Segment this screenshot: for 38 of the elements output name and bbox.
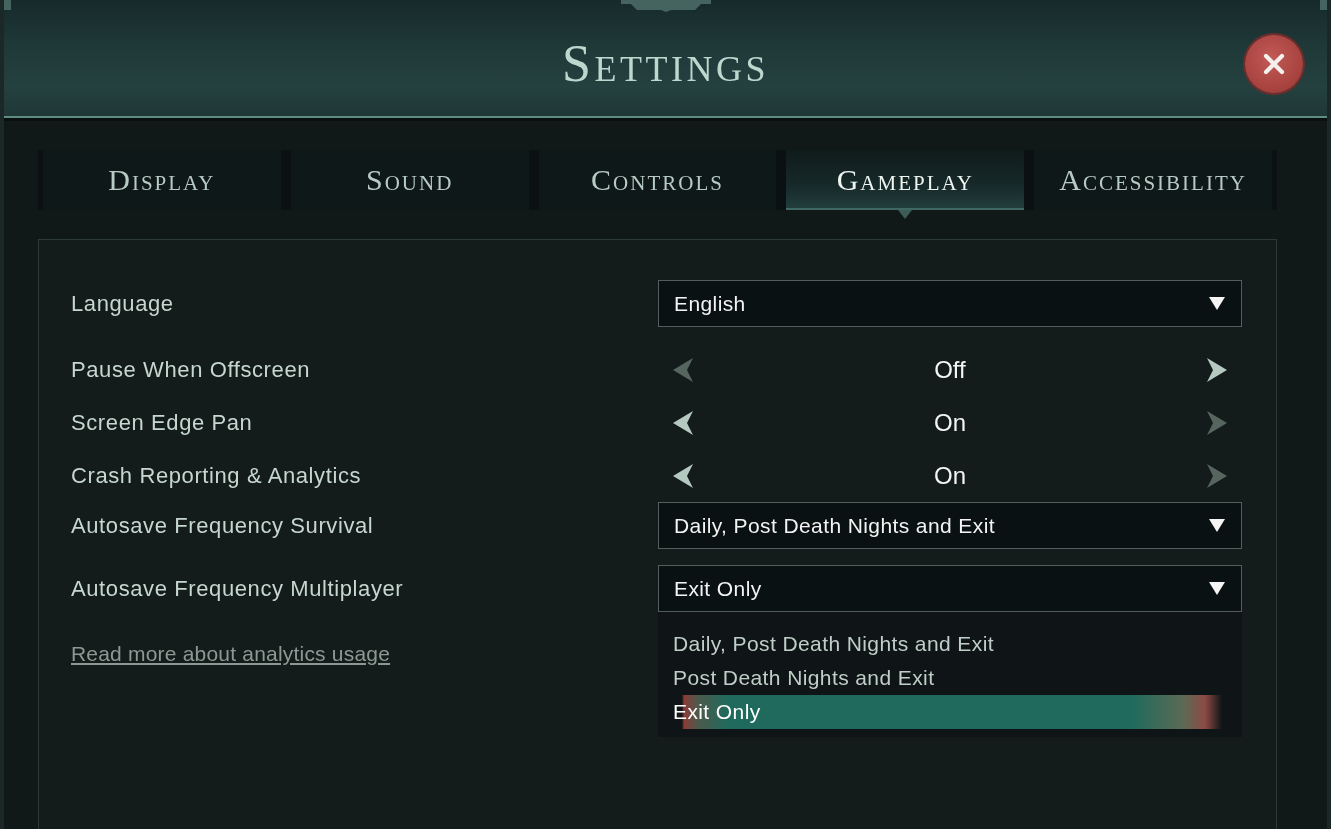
- setting-label: Screen Edge Pan: [71, 409, 254, 436]
- setting-value: On: [934, 408, 966, 437]
- ornament-icon: [621, 0, 711, 12]
- close-icon: [1263, 53, 1285, 75]
- corner-ornament-icon: [4, 0, 11, 10]
- dropdown-option[interactable]: Daily, Post Death Nights and Exit: [658, 627, 1222, 661]
- analytics-link[interactable]: Read more about analytics usage: [71, 642, 391, 666]
- dropdown-option[interactable]: Post Death Nights and Exit: [658, 661, 1222, 695]
- arrowhead-right-icon: [1207, 357, 1227, 382]
- window-title: Settings: [562, 38, 769, 90]
- dropdown[interactable]: Exit Only: [658, 565, 1242, 612]
- pointer-icon: [898, 210, 913, 219]
- arrowhead-right-icon: [1207, 463, 1227, 488]
- close-button[interactable]: [1245, 35, 1303, 93]
- arrowhead-left-icon: [673, 463, 693, 488]
- corner-ornament-icon: [1320, 0, 1327, 10]
- setting-label: Language: [71, 290, 175, 317]
- caret-icon: [1209, 519, 1225, 532]
- arrowhead-left-icon: [673, 410, 693, 435]
- arrowhead-left-icon: [673, 357, 693, 382]
- dropdown[interactable]: Daily, Post Death Nights and Exit: [658, 502, 1242, 549]
- previous-button[interactable]: [673, 410, 693, 435]
- setting-label: Crash Reporting & Analytics: [71, 462, 363, 489]
- dropdown[interactable]: English: [658, 280, 1242, 327]
- next-button[interactable]: [1207, 357, 1227, 382]
- caret-icon: [1209, 582, 1225, 595]
- tab[interactable]: Display: [43, 150, 281, 210]
- tab[interactable]: Accessibility: [1034, 150, 1272, 210]
- tab[interactable]: Sound: [290, 150, 529, 210]
- setting-label: Autosave Frequency Multiplayer: [71, 575, 405, 602]
- setting-value: Off: [934, 355, 966, 384]
- setting-label: Pause When Offscreen: [71, 356, 312, 383]
- tab[interactable]: Controls: [538, 150, 777, 210]
- setting-value: On: [934, 461, 966, 490]
- caret-icon: [1209, 297, 1225, 310]
- setting-label: Autosave Frequency Survival: [71, 512, 375, 539]
- previous-button[interactable]: [673, 463, 693, 488]
- arrowhead-right-icon: [1207, 410, 1227, 435]
